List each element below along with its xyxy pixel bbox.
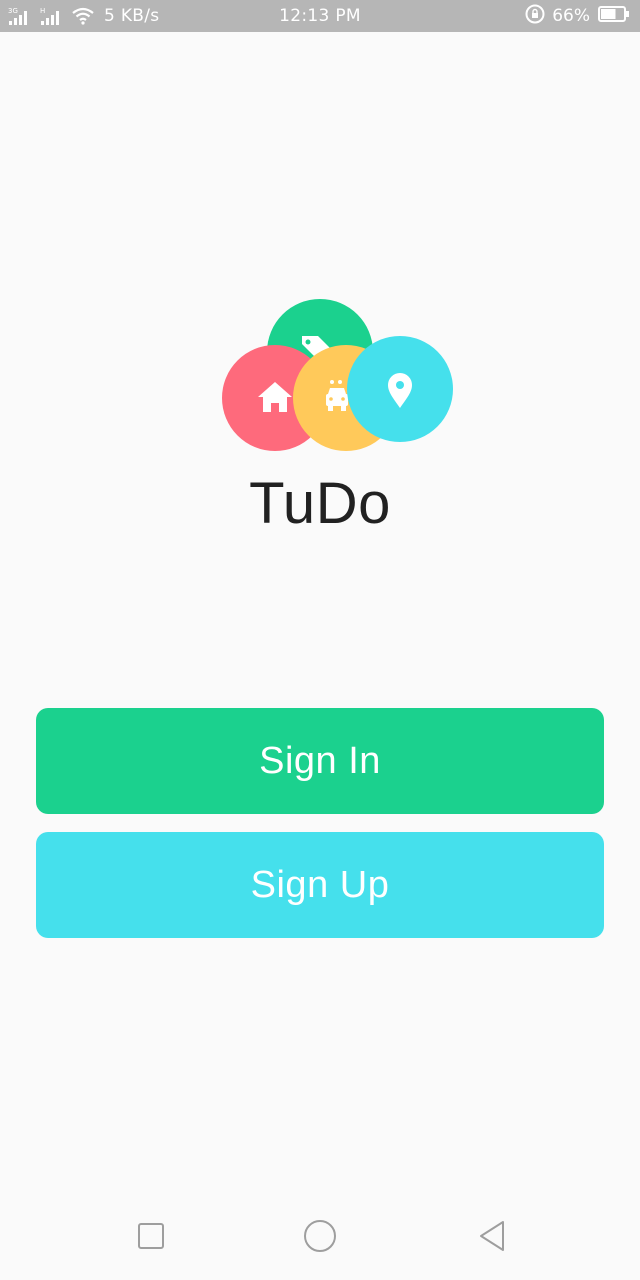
sign-in-label: Sign In [259, 739, 381, 782]
recent-apps-button[interactable] [131, 1218, 171, 1258]
sign-in-button[interactable]: Sign In [36, 708, 604, 814]
back-icon [477, 1220, 507, 1256]
back-button[interactable] [472, 1218, 512, 1258]
status-bar: 3G H 5 KB/s 12:13 PM 66% [0, 0, 640, 32]
status-right: 66% [524, 0, 630, 32]
rotation-lock-icon [524, 3, 546, 30]
sign-up-label: Sign Up [250, 863, 390, 906]
navigation-bar [0, 1196, 640, 1280]
home-nav-icon [303, 1219, 337, 1257]
location-circle [347, 336, 453, 442]
recent-apps-icon [137, 1222, 165, 1254]
battery-percent: 66% [552, 6, 590, 26]
app-logo [218, 296, 458, 456]
battery-icon [598, 5, 630, 28]
app-title: TuDo [249, 471, 391, 536]
login-screen: 3G H 5 KB/s 12:13 PM 66% TuDo Sign In Si… [0, 0, 640, 1280]
sign-up-button[interactable]: Sign Up [36, 832, 604, 938]
home-nav-button[interactable] [300, 1218, 340, 1258]
